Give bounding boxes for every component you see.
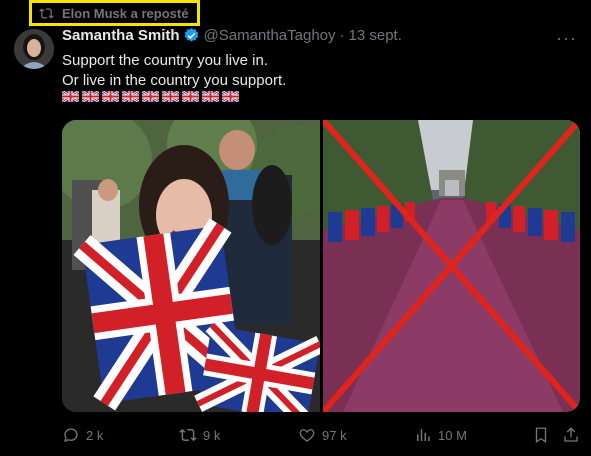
repost-icon <box>39 7 54 19</box>
repost-indicator[interactable]: Elon Musk a reposté <box>29 0 200 26</box>
like-count: 97 k <box>322 427 347 443</box>
retweet-count: 9 k <box>203 427 221 443</box>
uk-flag-emoji <box>222 91 239 102</box>
tweet-actions: 2 k 9 k 97 k 10 M <box>62 426 580 446</box>
uk-flag-emoji <box>162 91 179 102</box>
tweet-text-line-1: Support the country you live in. <box>62 52 268 69</box>
views-count: 10 M <box>438 427 467 443</box>
uk-flag-emoji <box>82 91 99 102</box>
tweet-text: Support the country you live in. Or live… <box>62 51 286 91</box>
uk-flag-emoji <box>182 91 199 102</box>
repost-label: Elon Musk a reposté <box>62 5 189 21</box>
more-icon[interactable]: ··· <box>556 28 577 49</box>
bookmark-button[interactable] <box>532 426 550 444</box>
retweet-icon <box>179 428 197 442</box>
reply-button[interactable]: 2 k <box>62 426 103 444</box>
uk-flag-emoji <box>142 91 159 102</box>
share-icon <box>564 427 578 442</box>
uk-flag-emoji <box>122 91 139 102</box>
tweet-date[interactable]: 13 sept. <box>349 27 402 44</box>
media-photo-crowd-crossed-out[interactable] <box>323 120 580 412</box>
uk-flag-emoji <box>62 91 79 102</box>
media-photo-woman-with-flag[interactable] <box>62 120 320 412</box>
uk-flag-emoji <box>102 91 119 102</box>
like-button[interactable]: 97 k <box>298 426 347 444</box>
tweet-media[interactable] <box>62 120 580 412</box>
avatar[interactable] <box>14 29 54 69</box>
reply-count: 2 k <box>86 427 104 443</box>
uk-flag-emoji <box>202 91 219 102</box>
like-icon <box>299 429 315 442</box>
flag-emojis <box>62 91 239 102</box>
author-name[interactable]: Samantha Smith <box>62 27 180 44</box>
tweet-text-line-2: Or live in the country you support. <box>62 72 287 89</box>
separator-dot: · <box>339 27 345 44</box>
share-button[interactable] <box>562 426 580 444</box>
reply-icon <box>63 428 78 443</box>
verified-badge-icon <box>184 28 198 42</box>
author-handle[interactable]: @SamanthaTaghoy <box>204 27 336 44</box>
bookmark-icon <box>535 427 547 444</box>
views-icon <box>417 429 430 441</box>
views-button[interactable]: 10 M <box>414 426 467 444</box>
retweet-button[interactable]: 9 k <box>179 426 220 444</box>
